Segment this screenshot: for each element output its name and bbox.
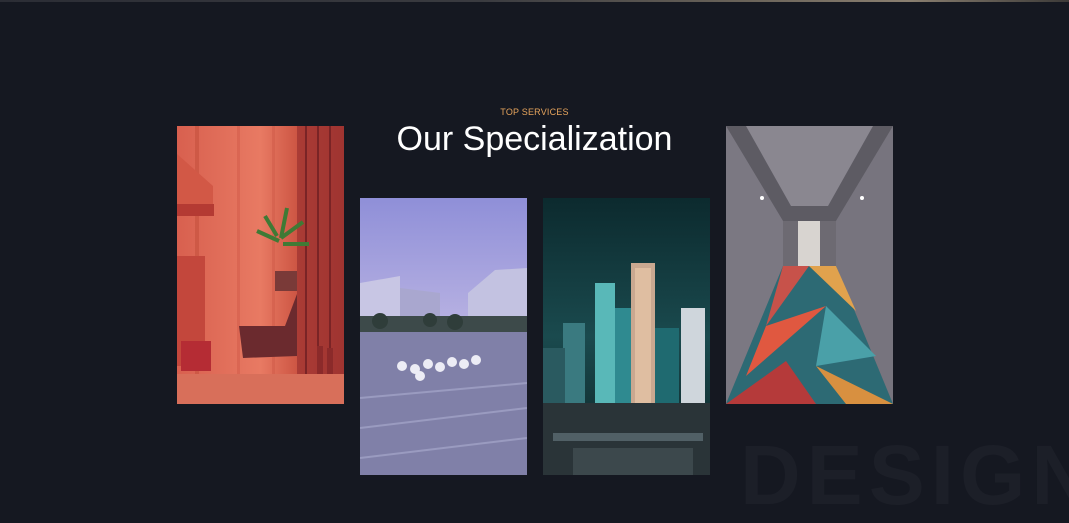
section-eyebrow: TOP SERVICES (500, 107, 569, 117)
modern-plaza-architecture-image (360, 198, 527, 475)
specialization-card-hospitality[interactable] (726, 126, 893, 404)
specialization-card-urban[interactable] (543, 198, 710, 475)
top-image-strip (0, 0, 1069, 2)
section-title: Our Specialization (396, 120, 673, 158)
night-city-skyline-image (543, 198, 710, 475)
background-watermark-text: DESIGN (740, 428, 1069, 522)
specialization-card-interior[interactable] (177, 126, 344, 404)
specialization-card-architecture[interactable] (360, 198, 527, 475)
hotel-corridor-geometric-carpet-image (726, 126, 893, 404)
red-interior-lounge-image (177, 126, 344, 404)
